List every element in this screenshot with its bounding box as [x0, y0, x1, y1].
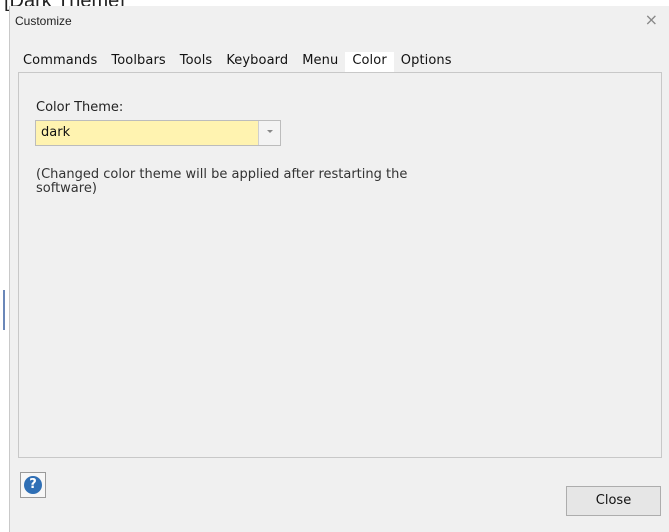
color-tab-panel: Color Theme: dark (Changed color theme w…	[18, 72, 662, 458]
help-button[interactable]: ?	[20, 472, 46, 498]
color-theme-select[interactable]: dark	[35, 120, 281, 146]
title-bar: Customize ×	[10, 6, 669, 38]
color-theme-label: Color Theme:	[36, 100, 124, 115]
chevron-down-icon	[267, 130, 273, 133]
close-icon[interactable]: ×	[645, 10, 658, 29]
color-theme-value: dark	[41, 125, 71, 140]
tab-options[interactable]: Options	[394, 52, 459, 72]
tab-color[interactable]: Color	[345, 52, 394, 72]
left-edge-mark	[3, 290, 5, 330]
tab-tools[interactable]: Tools	[173, 52, 220, 72]
tab-commands[interactable]: Commands	[16, 52, 104, 72]
customize-dialog: Customize × Commands Toolbars Tools Keyb…	[9, 6, 669, 532]
page: [Dark Theme] Customize × Commands Toolba…	[0, 0, 669, 532]
help-icon: ?	[24, 476, 42, 494]
tab-strip: Commands Toolbars Tools Keyboard Menu Co…	[16, 52, 459, 72]
close-button[interactable]: Close	[566, 486, 661, 516]
dropdown-button[interactable]	[258, 121, 280, 145]
tab-menu[interactable]: Menu	[295, 52, 345, 72]
restart-note: (Changed color theme will be applied aft…	[36, 167, 408, 196]
window-title: Customize	[15, 14, 72, 28]
tab-keyboard[interactable]: Keyboard	[219, 52, 295, 72]
tab-toolbars[interactable]: Toolbars	[104, 52, 172, 72]
